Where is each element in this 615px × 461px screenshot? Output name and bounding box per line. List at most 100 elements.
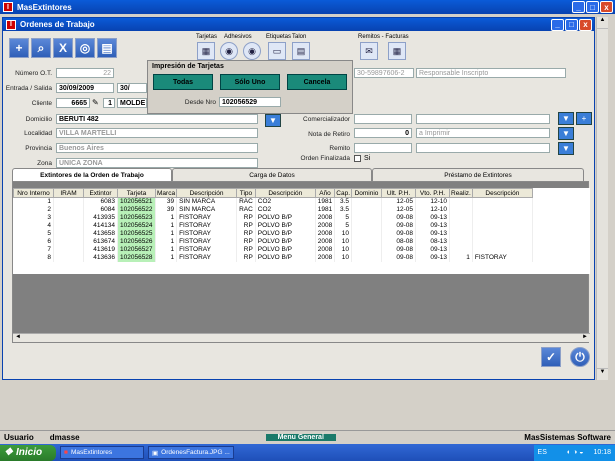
print-icon[interactable]: ▤	[97, 38, 117, 58]
column-header[interactable]: Marca	[154, 188, 178, 198]
task-image[interactable]: ▣ OrdenesFactura.JPG ...	[148, 446, 234, 459]
search-icon[interactable]: ⌕	[31, 38, 51, 58]
comercializador-add-button[interactable]: +	[576, 112, 592, 125]
cancela-button[interactable]: Cancela	[287, 74, 347, 90]
scroll-up-icon[interactable]: ▲	[597, 17, 608, 29]
cliente-code-field[interactable]: 6665	[56, 98, 90, 108]
table-row[interactable]: 7 413619 102056527 1 FISTORAY RP POLVO B/P 2008…	[13, 245, 533, 254]
table-row[interactable]: 4 414134 102056524 1 FISTORAY RP POLVO B/P 2008…	[13, 221, 533, 230]
table-row[interactable]: 1 6083 102056521 39 SIN MARCA RAC CO2 1981 3.5 12…	[13, 197, 533, 206]
domicilio-field[interactable]: BERUTI 482	[56, 114, 258, 124]
column-header[interactable]: Vto. P.H.	[415, 188, 450, 198]
nota-dropdown-button[interactable]: ▼	[558, 127, 574, 140]
window-maximize-button[interactable]: □	[565, 18, 578, 31]
table-cell: 2008	[315, 221, 336, 230]
table-row[interactable]: 3 413935 102056523 1 FISTORAY RP POLVO B/P 2008…	[13, 213, 533, 222]
nota-status-field[interactable]: a Imprimir	[416, 128, 550, 138]
column-header[interactable]: Descripción	[254, 188, 316, 198]
column-header[interactable]: Cap.	[334, 188, 352, 198]
horizontal-scrollbar[interactable]: ◄ ►	[13, 333, 590, 342]
table-row[interactable]: 8 413636 102056528 1 FISTORAY RP POLVO B/P 2008…	[13, 253, 533, 262]
column-header[interactable]: Nro Interno	[13, 188, 54, 198]
add-icon[interactable]: +	[9, 38, 29, 58]
table-cell: 102056522	[117, 205, 156, 214]
column-header[interactable]: IRAM	[53, 188, 84, 198]
table-cell: 12-10	[415, 205, 450, 214]
zona-field[interactable]: UNICA ZONA	[56, 158, 258, 168]
remito-dropdown-button[interactable]: ▼	[558, 142, 574, 155]
iva-field[interactable]: Responsable Inscripto	[416, 68, 566, 78]
table-cell: 3.5	[334, 205, 352, 214]
start-button[interactable]: ❖ Inicio	[0, 444, 56, 461]
table-cell: SIN MARCA	[176, 197, 238, 206]
provincia-field[interactable]: Buenos Aires	[56, 143, 258, 153]
orden-finalizada-checkbox[interactable]	[354, 155, 361, 162]
etiquetas-icon[interactable]: ▭	[268, 42, 286, 60]
scroll-down-icon[interactable]: ▼	[597, 368, 608, 380]
factura-icon[interactable]: ▦	[388, 42, 406, 60]
extintores-table-wrapper: Nro Interno IRAM Extintor Tarjeta Marca Descr…	[13, 188, 590, 274]
table-cell: 08-13	[415, 237, 450, 246]
column-header[interactable]: Tarjeta	[117, 188, 156, 198]
adhesivo-icon[interactable]: ◉	[220, 42, 238, 60]
solo-uno-button[interactable]: Sólo Uno	[220, 74, 280, 90]
provincia-label: Provincia	[25, 145, 52, 152]
column-header[interactable]: Año	[314, 188, 336, 198]
entrada-field[interactable]: 30/09/2009	[56, 83, 114, 93]
remito-icon[interactable]: ✉	[360, 42, 378, 60]
app-maximize-button[interactable]: □	[586, 1, 599, 13]
table-cell: 2008	[315, 229, 336, 238]
app-close-button[interactable]: x	[600, 1, 613, 13]
domicilio-dropdown-button[interactable]: ▼	[265, 114, 281, 127]
app-title: MasExtintores	[17, 2, 72, 12]
remito-detail-field[interactable]	[416, 143, 550, 153]
edit-icon[interactable]: ✎	[92, 98, 101, 108]
nota-retiro-field[interactable]: 0	[354, 128, 412, 138]
localidad-field[interactable]: VILLA MARTELLI	[56, 128, 258, 138]
salida-field[interactable]: 30/	[117, 83, 147, 93]
table-row[interactable]: 2 6084 102056522 39 SIN MARCA RAC CO2 1981 3.5 12…	[13, 205, 533, 214]
column-header[interactable]: Tipo	[236, 188, 256, 198]
table-cell: POLVO B/P	[255, 253, 316, 262]
confirm-icon[interactable]: ✓	[541, 347, 561, 367]
todas-button[interactable]: Todas	[153, 74, 213, 90]
scroll-left-icon[interactable]: ◄	[15, 334, 21, 340]
column-header[interactable]: Extintor	[83, 188, 118, 198]
comercializador-dropdown-button[interactable]: ▼	[558, 112, 574, 125]
column-header[interactable]: Descripción	[176, 188, 238, 198]
column-header[interactable]: Dominio	[351, 188, 382, 198]
web-icon[interactable]: ◎	[75, 38, 95, 58]
language-indicator[interactable]: ES	[538, 449, 547, 456]
cliente-name-field[interactable]: MOLDE	[117, 98, 147, 108]
adhesivo2-icon[interactable]: ◉	[243, 42, 261, 60]
column-header[interactable]: Realiz.	[449, 188, 473, 198]
task-masextintores[interactable]: ■ MasExtintores	[60, 446, 144, 459]
comercializador-code-field[interactable]	[354, 114, 412, 124]
table-cell: POLVO B/P	[255, 213, 316, 222]
numero-ot-field[interactable]: 22	[56, 68, 114, 78]
vertical-scrollbar[interactable]: ▲ ▼	[596, 17, 608, 380]
cliente-sub-field[interactable]: 1	[103, 98, 115, 108]
scroll-right-icon[interactable]: ►	[582, 334, 588, 340]
table-row[interactable]: 5 413658 102056525 1 FISTORAY RP POLVO B/P 2008…	[13, 229, 533, 238]
tab-prestamo[interactable]: Préstamo de Extintores	[372, 168, 584, 181]
app-minimize-button[interactable]: _	[572, 1, 585, 13]
talon-icon[interactable]: ▤	[292, 42, 310, 60]
comercializador-name-field[interactable]	[416, 114, 550, 124]
column-header[interactable]: Ult. P.H.	[381, 188, 416, 198]
window-close-button[interactable]: x	[579, 18, 592, 31]
cuit-field[interactable]: 30-59897606-2	[354, 68, 414, 78]
remito-field[interactable]	[354, 143, 412, 153]
menu-general-button[interactable]: Menu General	[265, 433, 336, 441]
table-cell	[472, 245, 533, 254]
tab-extintores[interactable]: Extintores de la Orden de Trabajo	[12, 168, 172, 181]
desde-nro-field[interactable]: 102056529	[219, 97, 281, 107]
window-minimize-button[interactable]: _	[551, 18, 564, 31]
table-cell	[449, 197, 473, 206]
excel-icon[interactable]: X	[53, 38, 73, 58]
column-header[interactable]: Descripción	[471, 188, 533, 198]
tab-carga-datos[interactable]: Carga de Datos	[172, 168, 372, 181]
tarjetas-icon[interactable]: ▦	[197, 42, 215, 60]
exit-icon[interactable]: ⏻	[570, 347, 590, 367]
table-row[interactable]: 6 613674 102056526 1 FISTORAY RP POLVO B/P 2008…	[13, 237, 533, 246]
